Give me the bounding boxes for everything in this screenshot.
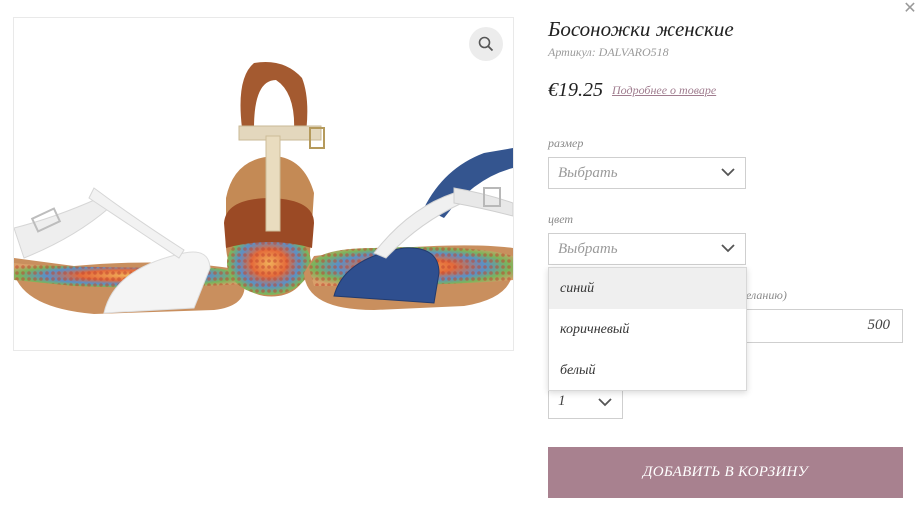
sandals-illustration — [14, 62, 513, 314]
custom-field-value: 500 — [867, 317, 891, 333]
quantity-select[interactable]: 1 — [548, 388, 623, 419]
color-label: цвет — [548, 212, 574, 226]
zoom-button[interactable] — [469, 27, 503, 61]
custom-field-input[interactable]: 500 — [740, 309, 903, 343]
color-dropdown-menu: синий коричневый белый — [548, 267, 747, 391]
chevron-down-icon — [721, 168, 735, 177]
size-select[interactable]: Выбрать — [548, 157, 746, 189]
quantity-value: 1 — [558, 393, 566, 409]
chevron-down-icon — [721, 244, 735, 253]
size-select-value: Выбрать — [558, 165, 618, 181]
product-price: €19.25 — [548, 79, 603, 101]
close-icon[interactable]: ✕ — [903, 0, 917, 16]
product-sku: Артикул: DALVARO518 — [548, 45, 669, 59]
color-option-blue[interactable]: синий — [549, 268, 746, 309]
product-details-link[interactable]: Подробнее о товаре — [612, 83, 716, 98]
product-title: Босоножки женские — [548, 17, 734, 41]
color-select-value: Выбрать — [558, 241, 618, 257]
color-select[interactable]: Выбрать — [548, 233, 746, 265]
product-image — [13, 17, 514, 351]
size-label: размер — [548, 136, 584, 150]
add-to-cart-button[interactable]: ДОБАВИТЬ В КОРЗИНУ — [548, 447, 903, 498]
chevron-down-icon — [598, 398, 612, 407]
zoom-icon — [478, 36, 494, 52]
color-option-brown[interactable]: коричневый — [549, 309, 746, 350]
color-option-white[interactable]: белый — [549, 350, 746, 391]
